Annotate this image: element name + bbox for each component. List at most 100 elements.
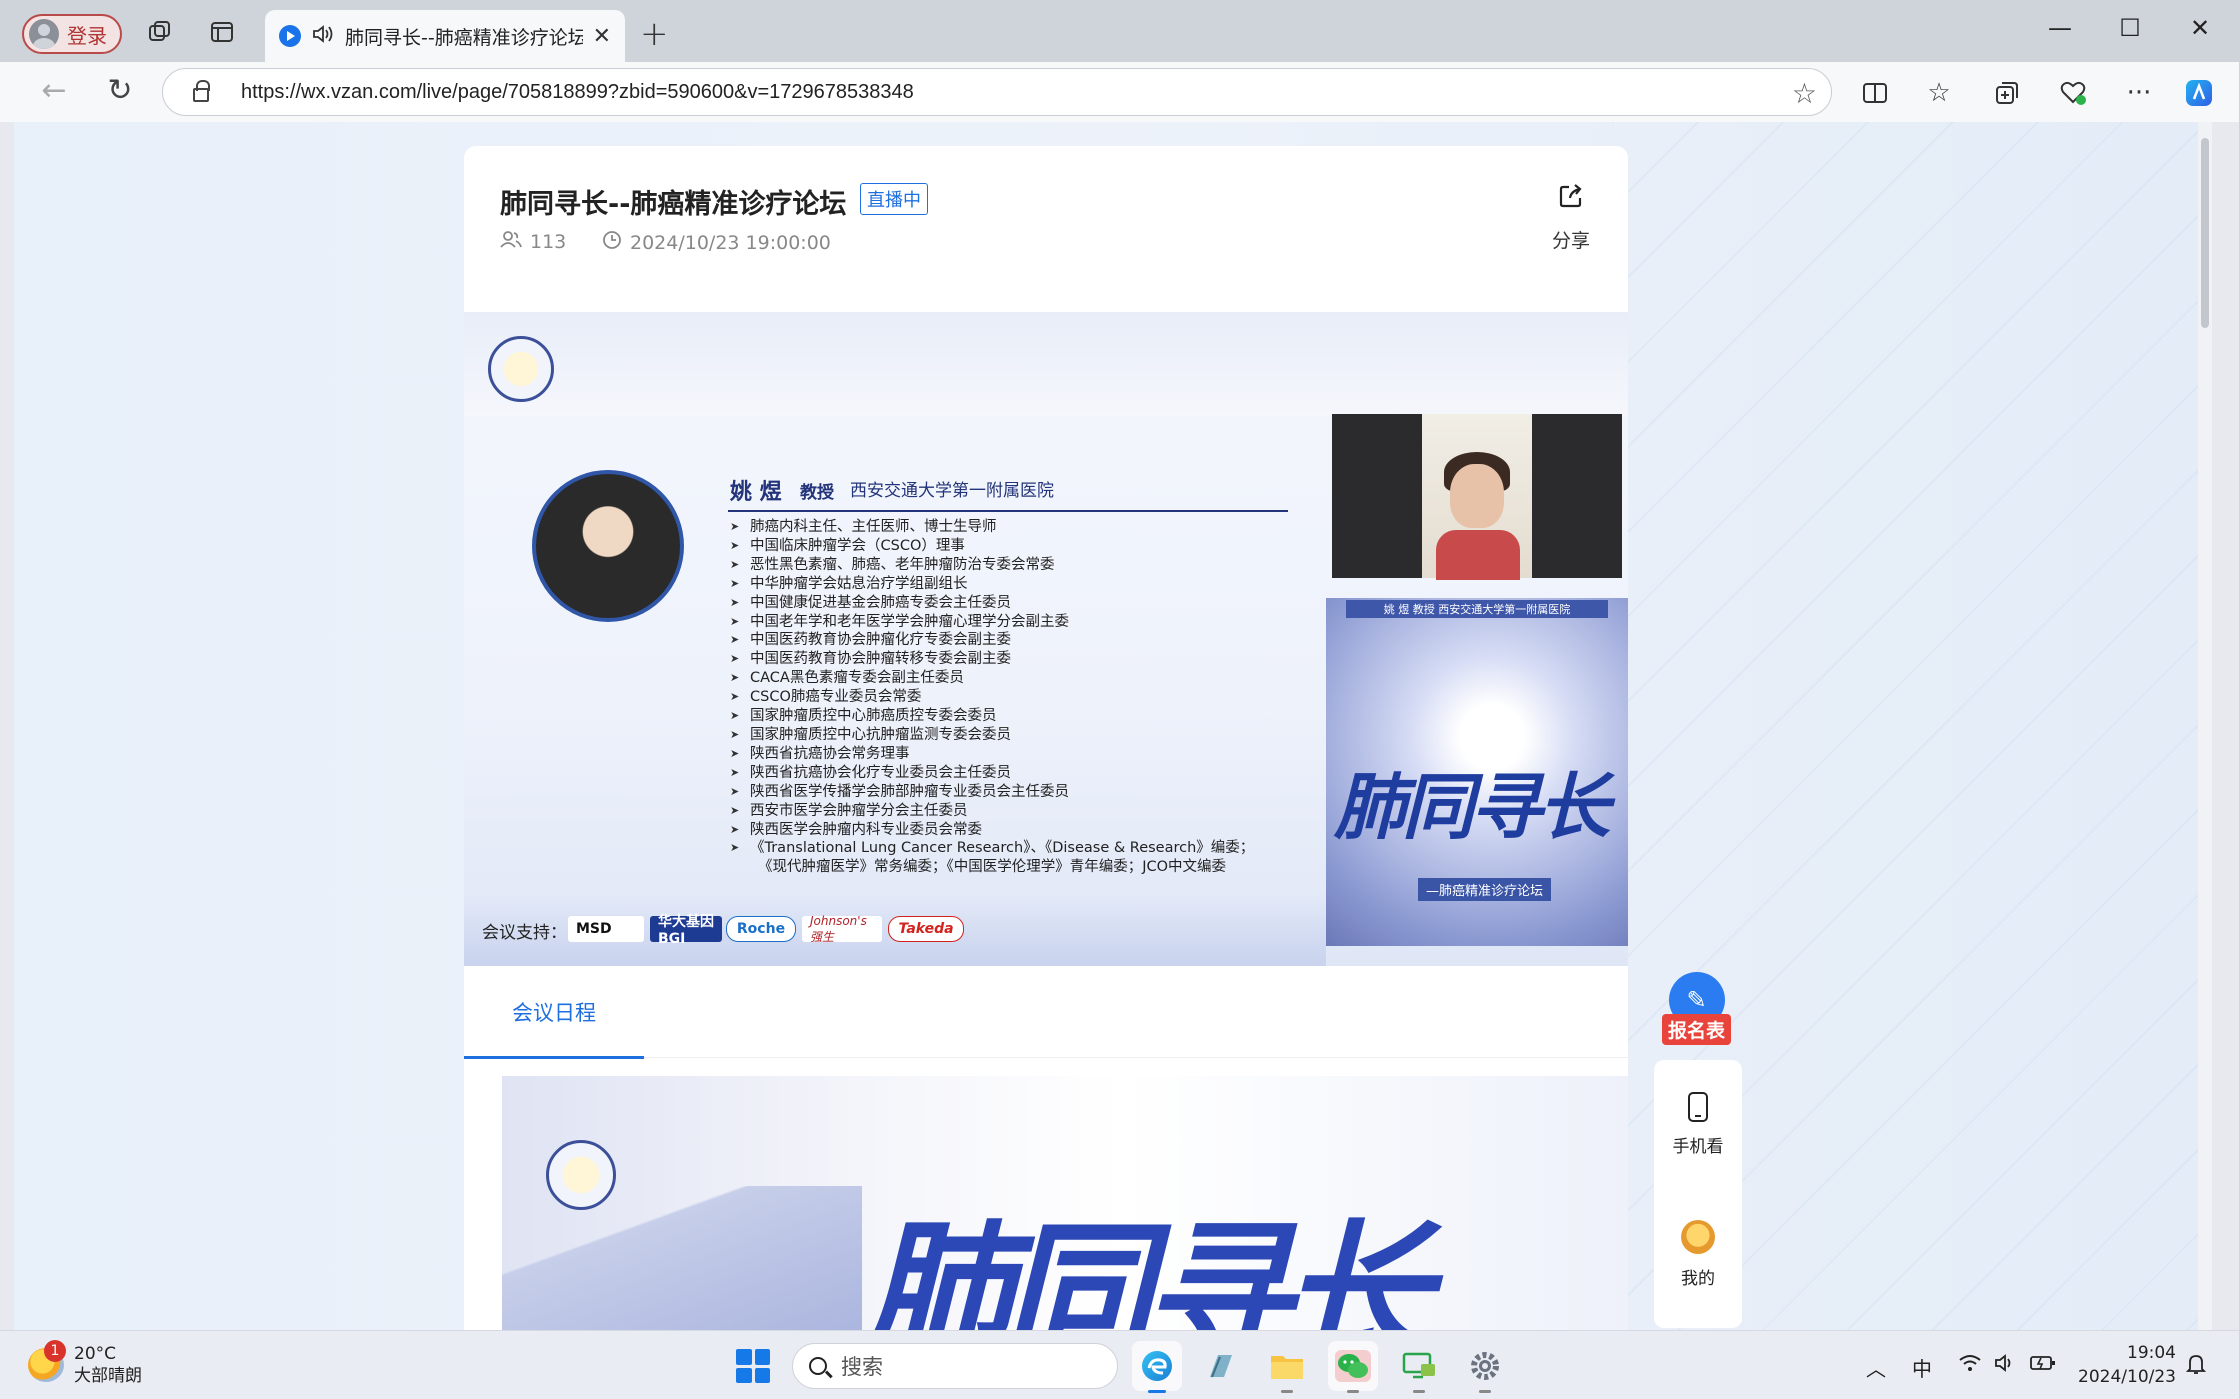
start-time-value: 2024/10/23 19:00:00 [630, 231, 831, 254]
browser-toolbar: ← ↻ https://wx.vzan.com/live/page/705818… [0, 62, 2239, 122]
notification-bell-icon[interactable] [2185, 1353, 2207, 1380]
watch-on-mobile-button[interactable]: 手机看 [1654, 1092, 1742, 1157]
profile-avatar-icon [29, 19, 59, 49]
temperature: 20°C [74, 1344, 117, 1364]
more-menu-icon[interactable]: ··· [2122, 76, 2156, 110]
system-clock[interactable]: 19:04 2024/10/23 [2076, 1341, 2176, 1389]
refresh-icon[interactable]: ↻ [100, 76, 140, 106]
bio-item: 陕西医学会肿瘤内科专业委员会常委 [730, 821, 1254, 840]
bio-item: 中国老年学和老年医学学会肿瘤心理学分会副主委 [730, 613, 1254, 632]
speaker-camera-feed [1332, 414, 1622, 580]
notes-app-icon[interactable] [1196, 1341, 1246, 1391]
ime-indicator[interactable]: 中 [1912, 1353, 1932, 1382]
sponsor-label: 会议支持： [482, 923, 567, 943]
bio-item: 陕西省医学传播学会肺部肿瘤专业委员会主任委员 [730, 783, 1254, 802]
speaker-bio-list: 肺癌内科主任、主任医师、博士生导师 中国临床肿瘤学会（CSCO）理事 恶性黑色素… [730, 518, 1254, 877]
side-action-panel: 手机看 我的 [1654, 1060, 1742, 1328]
people-icon [500, 230, 522, 253]
bio-item: 肺癌内科主任、主任医师、博士生导师 [730, 518, 1254, 537]
speaker-face [1450, 464, 1504, 528]
running-indicator [1413, 1390, 1425, 1393]
page-viewport: 肺同寻长--肺癌精准诊疗论坛 直播中 113 2024/10/23 19:00:… [14, 122, 2212, 1330]
my-profile-button[interactable]: 我的 [1654, 1220, 1742, 1289]
bio-item: 西安市医学会肿瘤学分会主任委员 [730, 802, 1254, 821]
clock-icon [602, 230, 622, 255]
tab-close-icon[interactable]: ✕ [593, 24, 611, 49]
share-label: 分享 [1551, 230, 1590, 252]
back-arrow-icon[interactable]: ← [34, 76, 74, 106]
windows-taskbar: 1 20°C 大部晴朗 搜索 ︿ 中 19:04 2024/10/23 [0, 1330, 2239, 1399]
speaker-name: 姚 煜 [730, 480, 782, 505]
active-tab[interactable]: 肺同寻长--肺癌精准诊疗论坛 ✕ [265, 10, 625, 62]
share-icon [1557, 182, 1585, 214]
collections-icon[interactable] [1990, 76, 2024, 110]
tab-agenda[interactable]: 会议日程 [464, 966, 644, 1059]
file-explorer-icon[interactable] [1262, 1341, 1312, 1393]
lock-icon[interactable] [193, 80, 210, 102]
poster-speaker-band: 姚 煜 教授 西安交通大学第一附属医院 [1346, 600, 1608, 618]
start-windows-icon[interactable] [736, 1349, 770, 1383]
bio-item: 《Translational Lung Cancer Research》、《Di… [730, 839, 1254, 858]
live-title: 肺同寻长--肺癌精准诊疗论坛 [500, 189, 847, 220]
weather-widget[interactable]: 1 20°C 大部晴朗 [28, 1340, 142, 1387]
sponsor-logo-jnj: Johnson's 强生 [802, 914, 882, 944]
running-indicator [1281, 1390, 1293, 1393]
minimize-icon[interactable]: — [2040, 14, 2080, 42]
volume-icon[interactable] [1994, 1353, 2016, 1378]
slide-header-band [464, 312, 1628, 416]
address-bar[interactable]: https://wx.vzan.com/live/page/705818899?… [162, 68, 1832, 116]
split-screen-icon[interactable] [1858, 76, 1892, 110]
url-text[interactable]: https://wx.vzan.com/live/page/705818899?… [241, 81, 914, 104]
favorite-star-icon[interactable]: ☆ [1792, 77, 1817, 110]
weather-condition: 大部晴朗 [74, 1366, 142, 1386]
browser-essentials-icon[interactable] [2056, 76, 2090, 110]
running-indicator [1347, 1390, 1359, 1393]
bio-item: 中国健康促进基金会肺癌专委会主任委员 [730, 594, 1254, 613]
bio-item: 《现代肿瘤医学》常务编委；《中国医学伦理学》青年编委；JCO中文编委 [758, 859, 1227, 876]
settings-gear-icon[interactable] [1460, 1341, 1510, 1393]
clock-time: 19:04 [2127, 1343, 2176, 1363]
page-scrollbar[interactable] [2198, 122, 2212, 1330]
camera-frame [1422, 414, 1532, 580]
clock-date: 2024/10/23 [2078, 1367, 2176, 1387]
copilot-icon[interactable] [2182, 76, 2216, 110]
vertical-tabs-icon[interactable] [208, 18, 236, 46]
speaker-org: 西安交通大学第一附属医院 [850, 481, 1054, 501]
wifi-icon[interactable] [1958, 1353, 1982, 1378]
battery-icon[interactable] [2030, 1353, 2056, 1377]
mobile-label: 手机看 [1672, 1137, 1724, 1157]
running-indicator [1479, 1390, 1491, 1393]
maximize-icon[interactable]: ☐ [2110, 14, 2150, 42]
bio-item: 中国医药教育协会肿瘤化疗专委会副主委 [730, 631, 1254, 650]
agenda-calligraphy: 肺同寻长 [862, 1205, 1432, 1330]
poster-calligraphy: 肺同寻长 [1334, 764, 1610, 849]
profile-login-button[interactable]: 登录 [22, 14, 122, 54]
live-video-player[interactable]: 姚 煜 教授 西安交通大学第一附属医院 肺癌内科主任、主任医师、博士生导师 中国… [464, 312, 1628, 966]
me-label: 我的 [1681, 1269, 1715, 1289]
bio-item: 陕西省抗癌协会化疗专业委员会主任委员 [730, 764, 1254, 783]
bio-item: 中华肿瘤学会姑息治疗学组副组长 [730, 575, 1254, 594]
sponsor-logo-msd: MSD [568, 916, 644, 942]
share-button[interactable]: 分享 [1552, 182, 1590, 253]
workspaces-icon[interactable] [146, 18, 174, 46]
favorites-icon[interactable]: ☆ [1922, 76, 1956, 110]
scroll-thumb[interactable] [2201, 138, 2209, 328]
new-tab-icon[interactable]: + [640, 14, 669, 54]
signup-form-button[interactable]: ✎ 报名表 [1662, 972, 1732, 1045]
sponsor-logo-roche: Roche [726, 916, 796, 942]
live-status-badge: 直播中 [860, 183, 928, 215]
poster-subtitle: —肺癌精准诊疗论坛 [1418, 878, 1552, 901]
speaker-audio-icon[interactable] [311, 23, 335, 49]
start-time: 2024/10/23 19:00:00 [602, 230, 831, 255]
browser-tab-bar: 登录 肺同寻长--肺癌精准诊疗论坛 ✕ + — ☐ ✕ [0, 0, 2239, 62]
viewer-count-value: 113 [530, 230, 567, 253]
tray-chevron-icon[interactable]: ︿ [1866, 1353, 1886, 1382]
bio-item: 中国医药教育协会肿瘤转移专委会副主委 [730, 650, 1254, 669]
edge-browser-icon[interactable] [1132, 1341, 1182, 1393]
remote-desktop-icon[interactable] [1394, 1341, 1444, 1393]
speaker-title: 教授 [800, 483, 834, 503]
taskbar-search[interactable]: 搜索 [792, 1343, 1118, 1389]
bio-item: 陕西省抗癌协会常务理事 [730, 745, 1254, 764]
wechat-icon[interactable] [1328, 1341, 1378, 1393]
close-window-icon[interactable]: ✕ [2180, 14, 2220, 42]
